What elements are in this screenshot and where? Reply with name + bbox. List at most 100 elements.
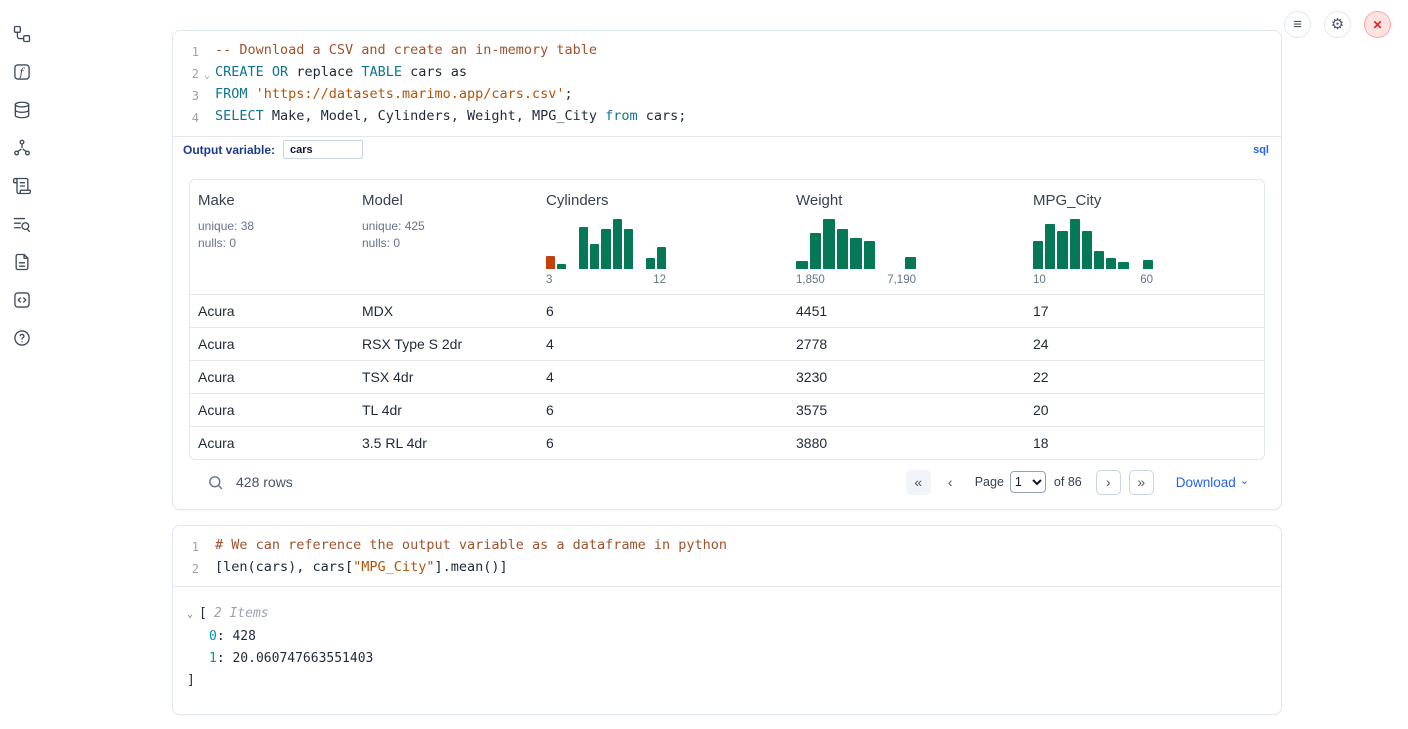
table-row[interactable]: AcuraMDX6445117 [190, 294, 1264, 327]
table-cell: Acura [190, 394, 354, 426]
sql-code-editor[interactable]: 1-- Download a CSV and create an in-memo… [173, 31, 1281, 136]
sidebar-item-file-explorer[interactable] [10, 22, 34, 46]
code-line[interactable]: 2⌄CREATE OR replace TABLE cars as [173, 63, 1269, 86]
sidebar-item-snippets[interactable] [10, 212, 34, 236]
table-footer: 428 rows « ‹ Page 1 of 86 › » Download ⌄ [189, 460, 1265, 509]
page-select[interactable]: 1 [1010, 471, 1046, 493]
sidebar-item-variables[interactable]: f [10, 60, 34, 84]
sidebar-item-scratchpad[interactable] [10, 288, 34, 312]
table-row[interactable]: AcuraTSX 4dr4323022 [190, 360, 1264, 393]
table-cell: TL 4dr [354, 394, 538, 426]
fold-gutter [199, 41, 215, 63]
first-page-button[interactable]: « [906, 470, 931, 495]
pagination: « ‹ Page 1 of 86 › » [906, 470, 1154, 495]
table-row[interactable]: AcuraTL 4dr6357520 [190, 393, 1264, 426]
output-variable-row: Output variable: sql [173, 136, 1281, 163]
download-button[interactable]: Download ⌄ [1176, 475, 1249, 490]
table-cell: 18 [1025, 427, 1264, 459]
code-line[interactable]: 1-- Download a CSV and create an in-memo… [173, 41, 1269, 63]
line-number: 2 [173, 63, 199, 86]
column-header-mpg_city[interactable]: MPG_City1060 [1025, 180, 1264, 294]
column-name: MPG_City [1033, 192, 1256, 209]
file-tree-icon [12, 24, 32, 44]
sidebar-item-help[interactable] [10, 326, 34, 350]
table-cell: TSX 4dr [354, 361, 538, 393]
table-header: Makeunique: 38nulls: 0Modelunique: 425nu… [190, 180, 1264, 294]
output-variable-input[interactable] [283, 140, 363, 159]
chevron-down-icon: ⌄ [1240, 474, 1249, 487]
code-line[interactable]: 1# We can reference the output variable … [173, 536, 1269, 558]
column-stats: unique: 425nulls: 0 [362, 218, 530, 252]
table-cell: Acura [190, 427, 354, 459]
python-code-editor[interactable]: 1# We can reference the output variable … [173, 526, 1281, 586]
menu-button[interactable]: ≡ [1284, 11, 1311, 38]
table-cell: 2778 [788, 328, 1025, 360]
code-text: [len(cars), cars["MPG_City"].mean()] [215, 558, 508, 580]
code-text: SELECT Make, Model, Cylinders, Weight, M… [215, 107, 686, 129]
dependency-graph-icon [12, 138, 32, 158]
svg-text:f: f [19, 66, 26, 79]
fold-gutter [199, 107, 215, 129]
scroll-icon [12, 176, 32, 196]
sidebar-item-documentation[interactable] [10, 250, 34, 274]
line-number: 2 [173, 558, 199, 580]
tree-entries: 0: 4281: 20.060747663551403 [187, 626, 1265, 670]
tree-entry: 0: 428 [187, 626, 1265, 648]
table-cell: 3880 [788, 427, 1025, 459]
window-controls: ≡ ⚙ ✕ [1284, 11, 1391, 38]
next-page-button[interactable]: › [1096, 470, 1121, 495]
tree-open-line: ⌄ [ 2 Items [187, 603, 1265, 626]
function-square-icon: f [12, 62, 32, 82]
table-cell: 3230 [788, 361, 1025, 393]
help-icon [12, 328, 32, 348]
tree-value: 20.060747663551403 [232, 651, 373, 666]
tree-close-bracket: ] [187, 670, 1265, 692]
column-name: Weight [796, 192, 1017, 209]
column-header-model[interactable]: Modelunique: 425nulls: 0 [354, 180, 538, 294]
search-button[interactable] [207, 474, 224, 491]
sidebar-item-logs[interactable] [10, 174, 34, 198]
tree-entry: 1: 20.060747663551403 [187, 648, 1265, 670]
column-stats: unique: 38nulls: 0 [198, 218, 346, 252]
last-page-button[interactable]: » [1129, 470, 1154, 495]
sidebar-item-dependencies[interactable] [10, 136, 34, 160]
table-cell: 20 [1025, 394, 1264, 426]
table-cell: RSX Type S 2dr [354, 328, 538, 360]
table-output: Makeunique: 38nulls: 0Modelunique: 425nu… [173, 163, 1281, 509]
snippets-search-icon [12, 214, 32, 234]
table-row[interactable]: AcuraRSX Type S 2dr4277824 [190, 327, 1264, 360]
code-line[interactable]: 4SELECT Make, Model, Cylinders, Weight, … [173, 107, 1269, 129]
gear-icon: ⚙ [1331, 17, 1344, 32]
column-header-make[interactable]: Makeunique: 38nulls: 0 [190, 180, 354, 294]
download-label: Download [1176, 475, 1236, 490]
column-name: Cylinders [546, 192, 780, 209]
column-header-weight[interactable]: Weight1,8507,190 [788, 180, 1025, 294]
line-number: 1 [173, 41, 199, 63]
sidebar-item-datasources[interactable] [10, 98, 34, 122]
line-number: 3 [173, 85, 199, 107]
code-line[interactable]: 2 [len(cars), cars["MPG_City"].mean()] [173, 558, 1269, 580]
table-cell: 17 [1025, 295, 1264, 327]
table-cell: 4 [538, 361, 788, 393]
table-cell: 3.5 RL 4dr [354, 427, 538, 459]
close-icon: ✕ [1372, 19, 1382, 31]
table-cell: 22 [1025, 361, 1264, 393]
code-line[interactable]: 3FROM 'https://datasets.marimo.app/cars.… [173, 85, 1269, 107]
code-text: # We can reference the output variable a… [215, 536, 727, 558]
fold-chevron-icon[interactable]: ⌄ [199, 63, 215, 86]
table-cell: MDX [354, 295, 538, 327]
prev-page-button[interactable]: ‹ [938, 470, 963, 495]
column-header-cylinders[interactable]: Cylinders312 [538, 180, 788, 294]
table-cell: Acura [190, 295, 354, 327]
code-text: CREATE OR replace TABLE cars as [215, 63, 467, 86]
row-count: 428 rows [236, 474, 293, 490]
collapse-icon[interactable]: ⌄ [187, 604, 199, 626]
table-row[interactable]: Acura3.5 RL 4dr6388018 [190, 426, 1264, 459]
close-button[interactable]: ✕ [1364, 11, 1391, 38]
search-icon [207, 474, 224, 491]
settings-button[interactable]: ⚙ [1324, 11, 1351, 38]
data-table: Makeunique: 38nulls: 0Modelunique: 425nu… [189, 179, 1265, 460]
table-cell: 6 [538, 295, 788, 327]
fold-gutter [199, 536, 215, 558]
table-cell: Acura [190, 328, 354, 360]
